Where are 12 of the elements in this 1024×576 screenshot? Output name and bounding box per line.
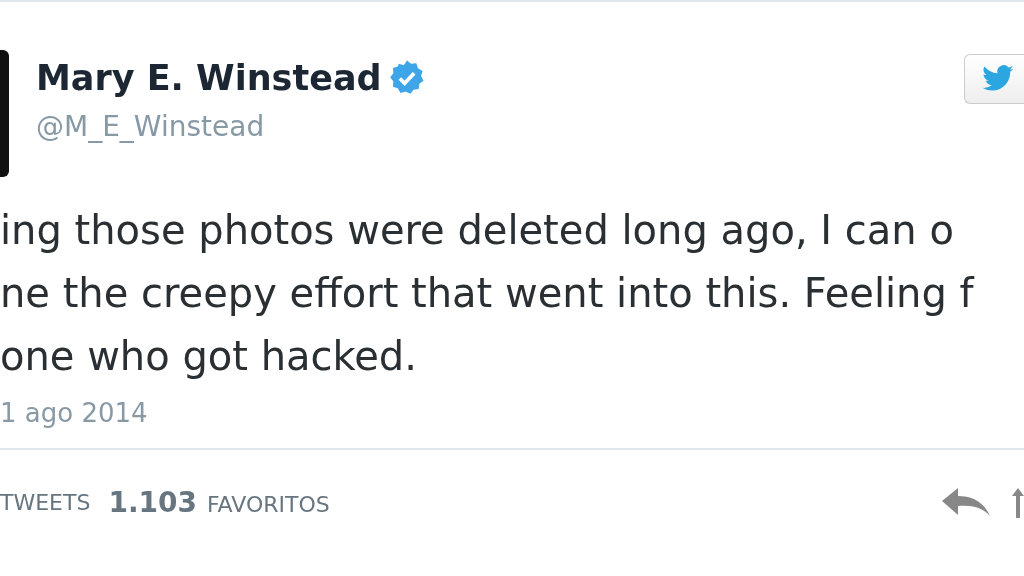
- stat-count[interactable]: 1.103: [108, 486, 197, 519]
- tweet-text: ne the creepy effort that went into this. Feeling f: [0, 269, 976, 318]
- author-name[interactable]: Mary E. Winstead: [36, 58, 382, 98]
- stat-label[interactable]: TWEETS: [0, 490, 91, 515]
- follow-button[interactable]: [964, 54, 1024, 104]
- tweet-date[interactable]: 1 ago 2014: [0, 398, 148, 428]
- reply-icon[interactable]: [942, 487, 990, 518]
- retweet-icon[interactable]: [1012, 487, 1024, 518]
- stat-label[interactable]: FAVORITOS: [207, 492, 330, 517]
- tweet-text: one who got hacked.: [0, 332, 418, 381]
- author-handle[interactable]: @M_E_Winstead: [36, 110, 964, 143]
- tweet-text: ing those photos were deleted long ago, I can o: [0, 206, 955, 255]
